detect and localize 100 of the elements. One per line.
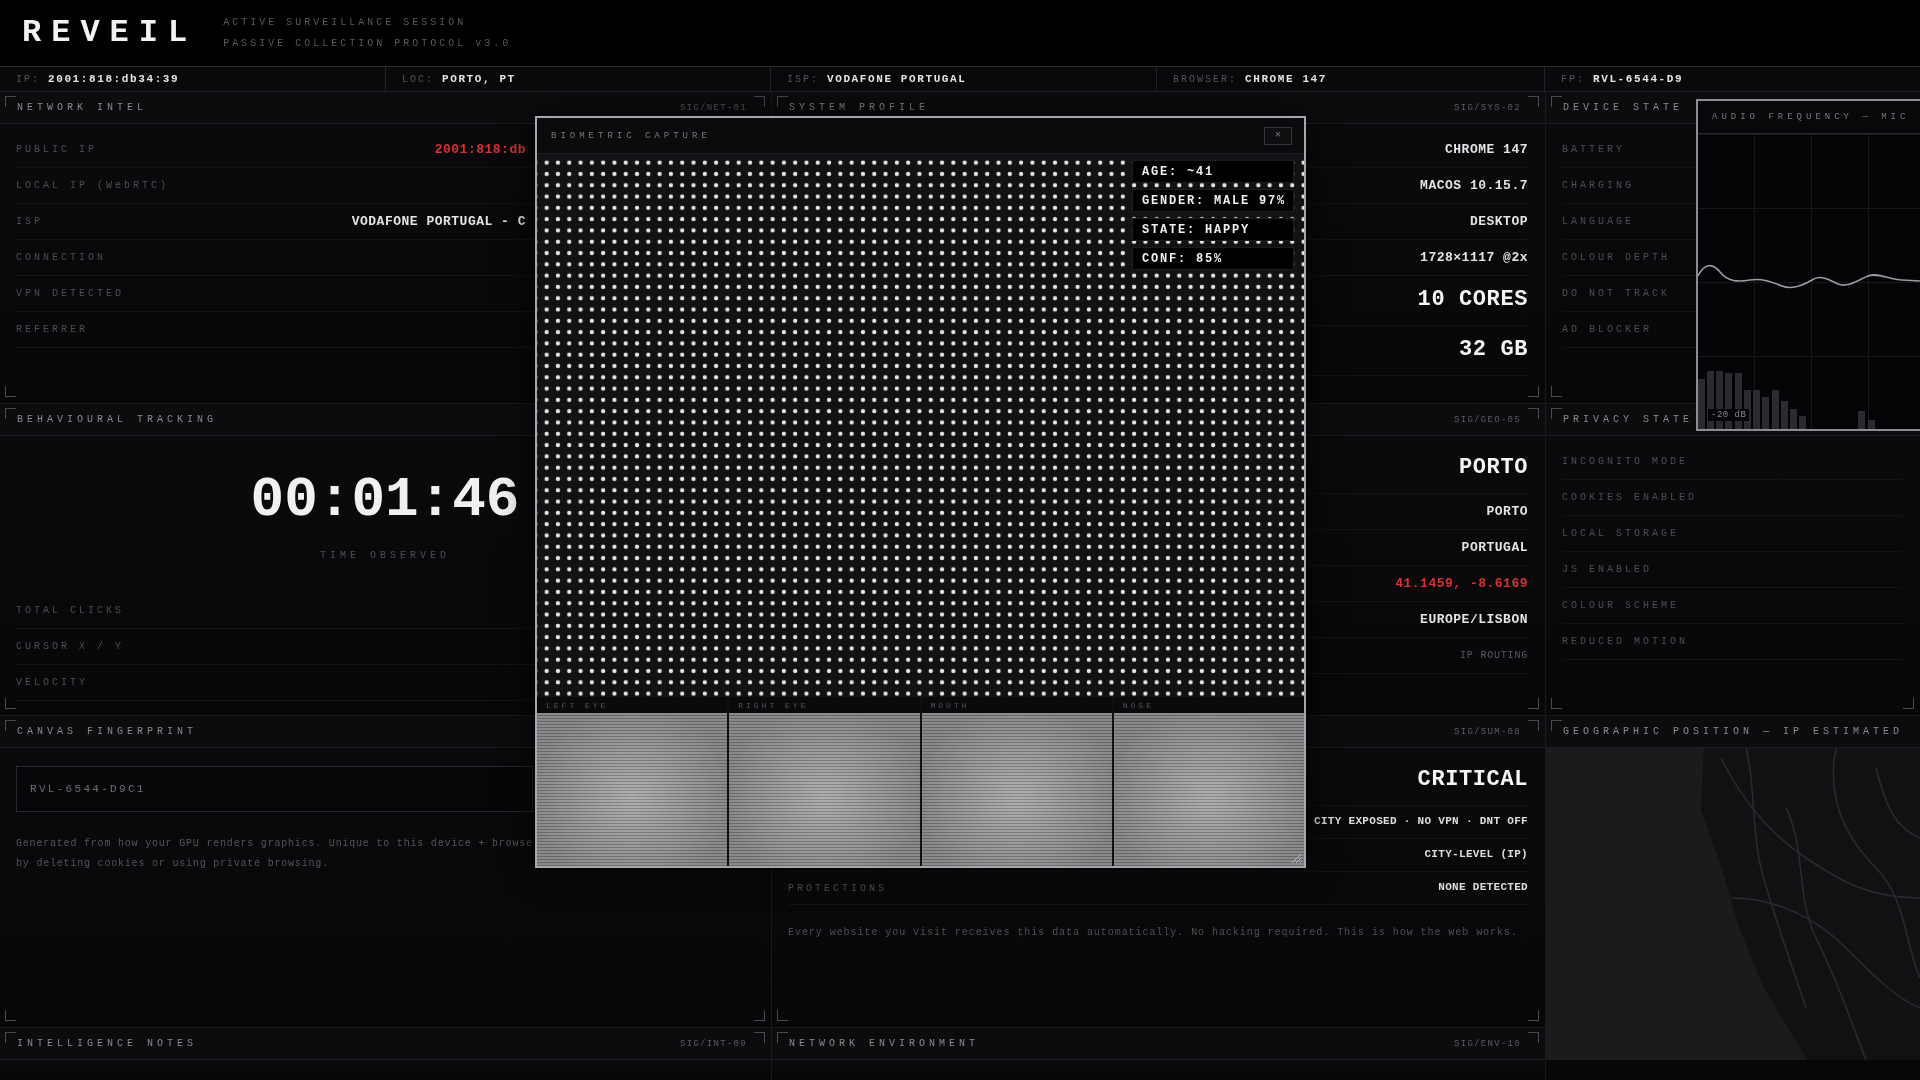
analysis-tag: GENDER: MALE 97% (1132, 189, 1294, 212)
level-bar (1762, 397, 1769, 429)
field-label: PUBLIC IP (16, 144, 97, 155)
field-label: INCOGNITO MODE (1562, 456, 1688, 467)
info-label: FP: (1561, 73, 1585, 85)
field-label: COOKIES ENABLED (1562, 492, 1697, 503)
field-label: COLOUR SCHEME (1562, 600, 1679, 611)
corner-bracket-icon (1903, 698, 1914, 709)
corner-bracket-icon (1528, 1032, 1539, 1043)
field-value: IP ROUTING (1460, 649, 1528, 662)
analysis-tag: STATE: HAPPY (1132, 218, 1294, 241)
panel-title: NETWORK INTEL (17, 102, 147, 113)
info-label: ISP: (787, 73, 819, 85)
corner-bracket-icon (754, 1010, 765, 1021)
corner-bracket-icon (777, 1032, 788, 1043)
field-label: COLOUR DEPTH (1562, 252, 1670, 263)
info-label: LOC: (402, 73, 434, 85)
field-value: DESKTOP (1469, 213, 1528, 230)
level-bar (1698, 379, 1705, 429)
corner-bracket-icon (1528, 698, 1539, 709)
corner-bracket-icon (1551, 408, 1562, 419)
info-value: CHROME 147 (1245, 73, 1328, 85)
signal-code: SIG/INT-09 (680, 1038, 747, 1049)
corner-bracket-icon (754, 96, 765, 107)
info-value: 2001:818:db34:39 (48, 73, 180, 85)
field-label: BATTERY (1562, 144, 1625, 155)
window-title: BIOMETRIC CAPTURE (551, 130, 711, 141)
field-label: AD BLOCKER (1562, 324, 1652, 335)
corner-bracket-icon (1551, 386, 1562, 397)
resize-handle-icon[interactable] (1290, 852, 1302, 864)
elapsed-timer: 00:01:46 (250, 472, 520, 528)
field-value: VODAFONE PORTUGAL - C (351, 213, 526, 230)
field-value: CHROME 147 (1445, 141, 1528, 158)
corner-bracket-icon (777, 1010, 788, 1021)
field-label: ISP (16, 216, 43, 227)
info-label: BROWSER: (1173, 73, 1237, 85)
level-bar (1868, 420, 1875, 429)
analysis-tag: AGE: ~41 (1132, 160, 1294, 183)
close-button[interactable]: × (1264, 126, 1292, 145)
panel-title: SYSTEM PROFILE (789, 102, 929, 113)
field-value: PORTO (1486, 503, 1528, 520)
analysis-tag: CONF: 85% (1132, 247, 1294, 270)
corner-bracket-icon (5, 386, 16, 397)
info-note: Every website you visit receives this data automatically. No hacking required. This is how the web works. (788, 927, 1518, 939)
field-label: CHARGING (1562, 180, 1634, 191)
corner-bracket-icon (5, 1010, 16, 1021)
level-bar (1781, 401, 1788, 429)
field-value: 32 GB (1459, 337, 1528, 364)
signal-code: SIG/GEO-05 (1454, 414, 1521, 425)
field-label: TOTAL CLICKS (16, 605, 124, 616)
corner-bracket-icon (1528, 720, 1539, 731)
field-label: VPN DETECTED (16, 288, 124, 299)
level-bar (1772, 390, 1779, 429)
info-value: VODAFONE PORTUGAL (827, 73, 967, 85)
timer-caption: TIME OBSERVED (320, 550, 450, 562)
field-label: VELOCITY (16, 677, 88, 688)
info-value: PORTO, PT (442, 73, 516, 85)
field-value: EUROPE/LISBON (1420, 611, 1528, 628)
field-label: REFERRER (16, 324, 88, 335)
signal-code: SIG/SUM-08 (1454, 726, 1521, 737)
field-value: 1728×1117 @2x (1420, 249, 1528, 266)
corner-bracket-icon (1551, 720, 1562, 731)
info-label: IP: (16, 73, 40, 85)
corner-bracket-icon (1551, 96, 1562, 107)
corner-bracket-icon (1528, 386, 1539, 397)
field-value: CITY EXPOSED · NO VPN · DNT OFF (1314, 815, 1528, 829)
panel-title: PRIVACY STATE (1563, 414, 1693, 425)
audio-title: AUDIO FREQUENCY — MIC (1712, 112, 1910, 122)
fingerprint-value: RVL-6544-D9C1 (16, 766, 533, 812)
panel-title: DEVICE STATE (1563, 102, 1683, 113)
field-value: 10 CORES (1417, 287, 1528, 314)
corner-bracket-icon (5, 96, 16, 107)
field-label: CURSOR X / Y (16, 641, 124, 652)
field-label: CONNECTION (16, 252, 106, 263)
field-value: MACOS 10.15.7 (1420, 177, 1528, 194)
session-subtitle: ACTIVE SURVEILLANCE SESSION (223, 16, 468, 29)
field-label: REDUCED MOTION (1562, 636, 1688, 647)
field-value: 2001:818:db (434, 141, 526, 158)
signal-code: SIG/SYS-02 (1454, 102, 1521, 113)
session-subtitle: PASSIVE COLLECTION PROTOCOL v3.0 (223, 37, 512, 50)
corner-bracket-icon (5, 720, 16, 731)
field-value: 41.1459, -8.6169 (1395, 575, 1528, 592)
field-label: LOCAL STORAGE (1562, 528, 1679, 539)
signal-code: SIG/NET-01 (680, 102, 747, 113)
corner-bracket-icon (777, 96, 788, 107)
field-label: JS ENABLED (1562, 564, 1652, 575)
field-value: NONE DETECTED (1438, 881, 1528, 895)
scale-label: -20 dB (1708, 409, 1750, 421)
corner-bracket-icon (754, 1032, 765, 1043)
description-text: Generated from how your GPU renders graphics. Unique to this device + browse (16, 837, 533, 851)
corner-bracket-icon (1551, 698, 1562, 709)
level-bar (1753, 390, 1760, 429)
field-label: PROTECTIONS (788, 882, 887, 894)
field-value: PORTO (1459, 455, 1528, 482)
level-bar (1790, 409, 1797, 429)
panel-title: CANVAS FINGERPRINT (17, 726, 198, 737)
info-value: RVL-6544-D9 (1593, 73, 1684, 85)
panel-title: NETWORK ENVIRONMENT (789, 1038, 980, 1049)
field-label: DO NOT TRACK (1562, 288, 1670, 299)
level-bar (1858, 411, 1865, 429)
